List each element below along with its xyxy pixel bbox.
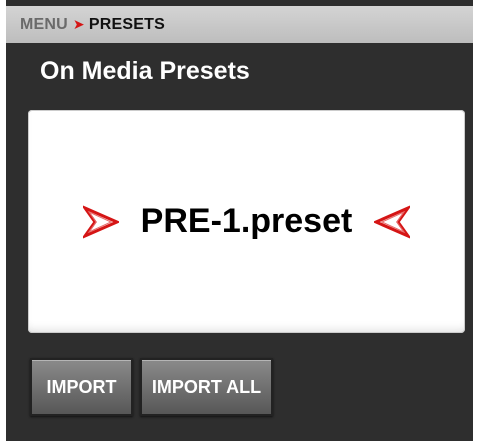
page-title: On Media Presets (40, 57, 250, 85)
import-all-button[interactable]: IMPORT ALL (140, 358, 273, 416)
chevron-right-icon: ➤ (72, 16, 85, 32)
breadcrumb-presets: PRESETS (88, 15, 165, 33)
breadcrumb: MENU ➤ PRESETS (6, 6, 473, 43)
breadcrumb-menu[interactable]: MENU (20, 16, 68, 34)
preset-selector[interactable]: PRE-1.preset (28, 110, 465, 333)
presets-screen: MENU ➤ PRESETS On Media Presets PRE-1.pr… (6, 0, 473, 441)
arrow-right-icon[interactable] (374, 204, 411, 240)
arrow-left-icon[interactable] (82, 204, 119, 240)
import-button[interactable]: IMPORT (30, 358, 133, 416)
preset-name: PRE-1.preset (140, 202, 353, 240)
